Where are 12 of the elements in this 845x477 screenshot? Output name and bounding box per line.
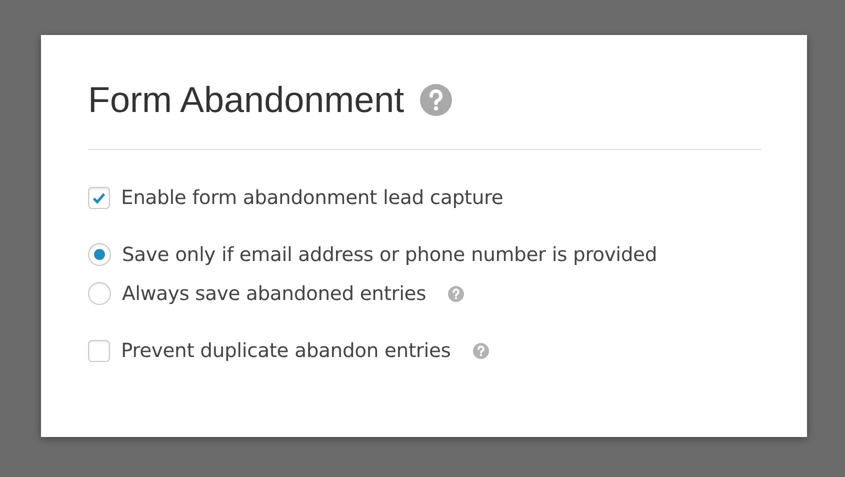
radio-button[interactable] [88, 243, 111, 266]
panel-title: Form Abandonment [88, 79, 404, 121]
radio-button[interactable] [88, 282, 111, 305]
option-label: Enable form abandonment lead capture [121, 186, 504, 209]
option-label: Always save abandoned entries [122, 282, 426, 305]
help-icon[interactable] [448, 286, 464, 302]
option-label: Prevent duplicate abandon entries [121, 339, 451, 362]
checkbox[interactable] [88, 340, 110, 362]
help-icon[interactable] [472, 342, 489, 358]
option-label: Save only if email address or phone number is provided [122, 243, 658, 266]
help-icon[interactable] [420, 84, 452, 116]
checkbox[interactable] [88, 186, 110, 208]
